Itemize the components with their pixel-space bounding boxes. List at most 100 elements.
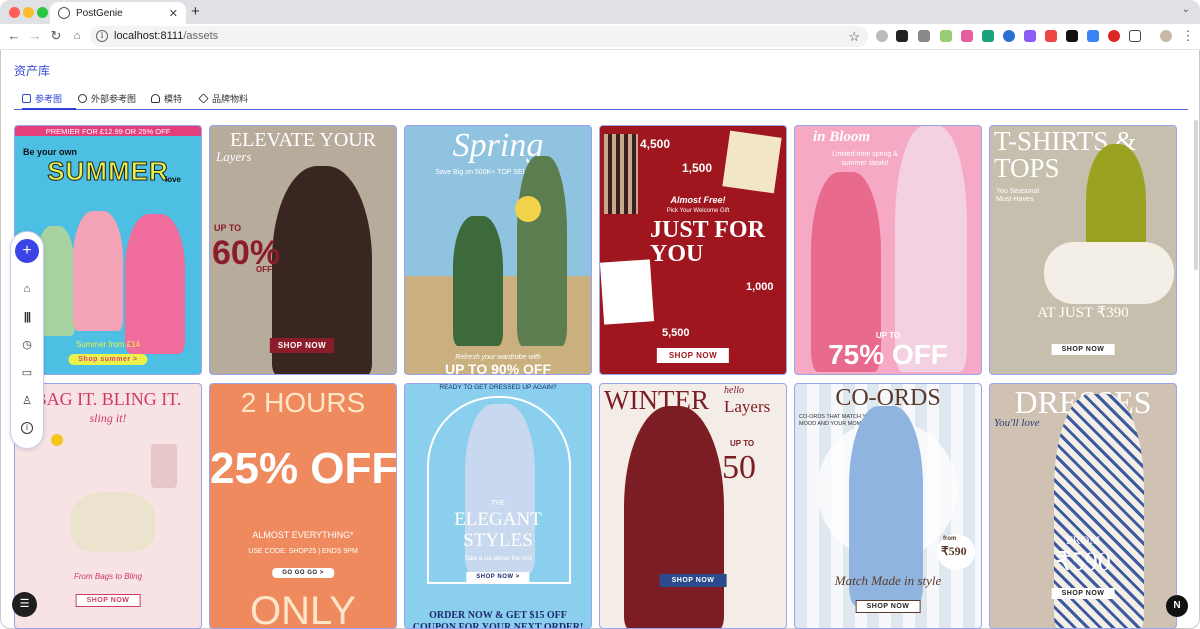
shop-button[interactable]: SHOP NOW xyxy=(1051,588,1115,599)
extension-icon[interactable] xyxy=(940,30,952,42)
extension-icon[interactable] xyxy=(876,30,888,42)
shop-button[interactable]: SHOP NOW > xyxy=(466,572,530,582)
close-window-icon[interactable] xyxy=(9,7,20,18)
tab-search-icon[interactable]: ⌄ xyxy=(1182,4,1190,15)
info-icon[interactable]: i xyxy=(21,422,33,434)
tab-external-reference[interactable]: 外部参考图 xyxy=(78,92,136,105)
asset-big-text: 25% OFF xyxy=(210,444,397,493)
history-icon[interactable]: ◷ xyxy=(20,338,34,352)
image-icon xyxy=(22,94,31,103)
asset-tabs: 参考图 外部参考图 模特 品牌物料 xyxy=(14,86,1188,110)
asset-headline: 2 HOURS xyxy=(240,387,366,418)
asset-tail-text: ONLY xyxy=(250,589,356,629)
asset-headline: ELEGANT STYLES xyxy=(454,509,542,551)
price-tag: 1,000 xyxy=(746,281,774,293)
browser-window: PostGenie ✕ + ⌄ ← → ↻ ⌂ i localhost:8111… xyxy=(0,0,1200,629)
shop-button[interactable]: SHOP NOW xyxy=(75,594,141,607)
asset-pre-text: UP TO xyxy=(730,439,755,448)
extension-icon[interactable] xyxy=(896,30,908,42)
shop-button[interactable]: SHOP NOW xyxy=(1051,344,1115,355)
user-icon[interactable]: ♙ xyxy=(20,394,34,408)
asset-sub-text: ALMOST EVERYTHING* xyxy=(252,530,354,540)
extension-icon[interactable] xyxy=(1024,30,1036,42)
asset-sub-text: hello xyxy=(724,385,744,396)
home-icon[interactable]: ⌂ xyxy=(20,282,34,296)
filter-settings-icon[interactable]: ☰ xyxy=(12,592,37,617)
bookmark-star-icon[interactable]: ☆ xyxy=(848,26,860,47)
extension-icon[interactable] xyxy=(1066,30,1078,42)
tab-strip: PostGenie ✕ + ⌄ xyxy=(0,0,1200,24)
asset-top-text: PREMIER FOR £12.99 OR 25% OFF xyxy=(45,127,171,136)
globe-icon xyxy=(78,94,87,103)
tab-label: 参考图 xyxy=(35,95,63,105)
url-path: /assets xyxy=(183,30,219,42)
close-tab-icon[interactable]: ✕ xyxy=(169,7,178,20)
asset-headline: Spring xyxy=(452,127,544,164)
asset-sub-text: love xyxy=(165,175,182,184)
extensions-puzzle-icon[interactable] xyxy=(1129,30,1141,42)
shop-button[interactable]: SHOP NOW xyxy=(656,348,730,363)
asset-card[interactable]: CO-ORDS CO-ORDS THAT MATCH YOUR MOOD AND… xyxy=(794,383,982,629)
asset-card[interactable]: READY TO GET DRESSED UP AGAIN? THE ELEGA… xyxy=(404,383,592,629)
library-icon[interactable]: ||| xyxy=(20,310,34,324)
tab-title: PostGenie xyxy=(76,7,123,19)
shop-button[interactable]: Shop summer > xyxy=(68,354,148,365)
asset-big-text: ₹590 xyxy=(1055,547,1111,576)
forward-icon[interactable]: → xyxy=(27,28,43,44)
home-browser-icon[interactable]: ⌂ xyxy=(69,28,85,44)
asset-post-text: OFF xyxy=(256,265,272,274)
browser-menu-icon[interactable]: ⋮ xyxy=(1180,28,1196,44)
browser-tab[interactable]: PostGenie ✕ xyxy=(50,2,186,24)
folder-icon[interactable]: ▭ xyxy=(20,366,34,380)
reload-icon[interactable]: ↻ xyxy=(48,28,64,44)
active-tab-indicator xyxy=(22,108,76,110)
tab-label: 外部参考图 xyxy=(91,95,137,105)
box-icon xyxy=(198,93,209,104)
extension-icon[interactable] xyxy=(1108,30,1120,42)
asset-note: USE CODE: SHOP25 | ENDS 9PM xyxy=(248,548,358,555)
extension-icon[interactable] xyxy=(961,30,973,42)
asset-sub-text: Take a cut above the rest xyxy=(464,556,532,562)
extension-icon[interactable] xyxy=(1045,30,1057,42)
asset-sub-text: Limited-time spring & summer steals! xyxy=(832,151,898,168)
new-tab-button[interactable]: + xyxy=(191,3,200,21)
site-info-icon[interactable]: i xyxy=(96,30,108,42)
shop-button[interactable]: GO GO GO > xyxy=(272,568,334,578)
asset-card[interactable]: in Bloom Limited-time spring & summer st… xyxy=(794,125,982,375)
asset-card[interactable]: ELEVATE YOUR Layers UP TO 60% OFF SHOP N… xyxy=(209,125,397,375)
asset-note: From Bags to Bling xyxy=(73,572,143,581)
profile-avatar[interactable] xyxy=(1160,30,1172,42)
asset-pre-text: FROM xyxy=(1065,533,1100,547)
back-icon[interactable]: ← xyxy=(6,28,22,44)
extension-icon[interactable] xyxy=(982,30,994,42)
asset-headline: JUST FOR YOU xyxy=(650,217,765,267)
maximize-window-icon[interactable] xyxy=(37,7,48,18)
shop-button[interactable]: SHOP NOW xyxy=(855,600,921,613)
asset-top-text: READY TO GET DRESSED UP AGAIN? xyxy=(439,384,557,391)
tab-models[interactable]: 模特 xyxy=(151,92,182,105)
asset-card[interactable]: T-SHIRTS & TOPS You Seasonal Must-Haves … xyxy=(989,125,1177,375)
shop-button[interactable]: SHOP NOW xyxy=(659,574,727,587)
asset-big-text: UP TO 90% OFF xyxy=(444,361,552,375)
asset-top-text: Almost Free! xyxy=(670,195,726,205)
asset-card[interactable]: DRESSES You'll love FROM ₹590 SHOP NOW xyxy=(989,383,1177,629)
scrollbar[interactable] xyxy=(1194,120,1198,270)
address-bar[interactable]: i localhost:8111/assets ☆ xyxy=(90,26,868,47)
extension-icon[interactable] xyxy=(1003,30,1015,42)
tab-reference[interactable]: 参考图 xyxy=(22,92,62,105)
person-icon xyxy=(151,94,160,103)
tab-brand-materials[interactable]: 品牌物料 xyxy=(198,92,248,105)
avatar[interactable]: N xyxy=(1166,595,1188,617)
asset-note: Refresh your wardrobe with xyxy=(455,354,541,361)
shop-button[interactable]: SHOP NOW xyxy=(269,338,335,353)
extension-icon[interactable] xyxy=(1087,30,1099,42)
minimize-window-icon[interactable] xyxy=(23,7,34,18)
add-icon[interactable]: + xyxy=(15,239,39,263)
asset-headline: ELEVATE YOUR xyxy=(229,129,377,151)
url-host: localhost:8111 xyxy=(114,30,184,42)
asset-card[interactable]: WINTER hello Layers UP TO 50 SHOP NOW xyxy=(599,383,787,629)
asset-card[interactable]: Spring Save Big on 500K+ TOP SELLERS Ref… xyxy=(404,125,592,375)
asset-card[interactable]: 4,500 1,500 Almost Free! Pick Your Welco… xyxy=(599,125,787,375)
asset-card[interactable]: 2 HOURS 25% OFF ALMOST EVERYTHING* USE C… xyxy=(209,383,397,629)
extension-icon[interactable] xyxy=(918,30,930,42)
